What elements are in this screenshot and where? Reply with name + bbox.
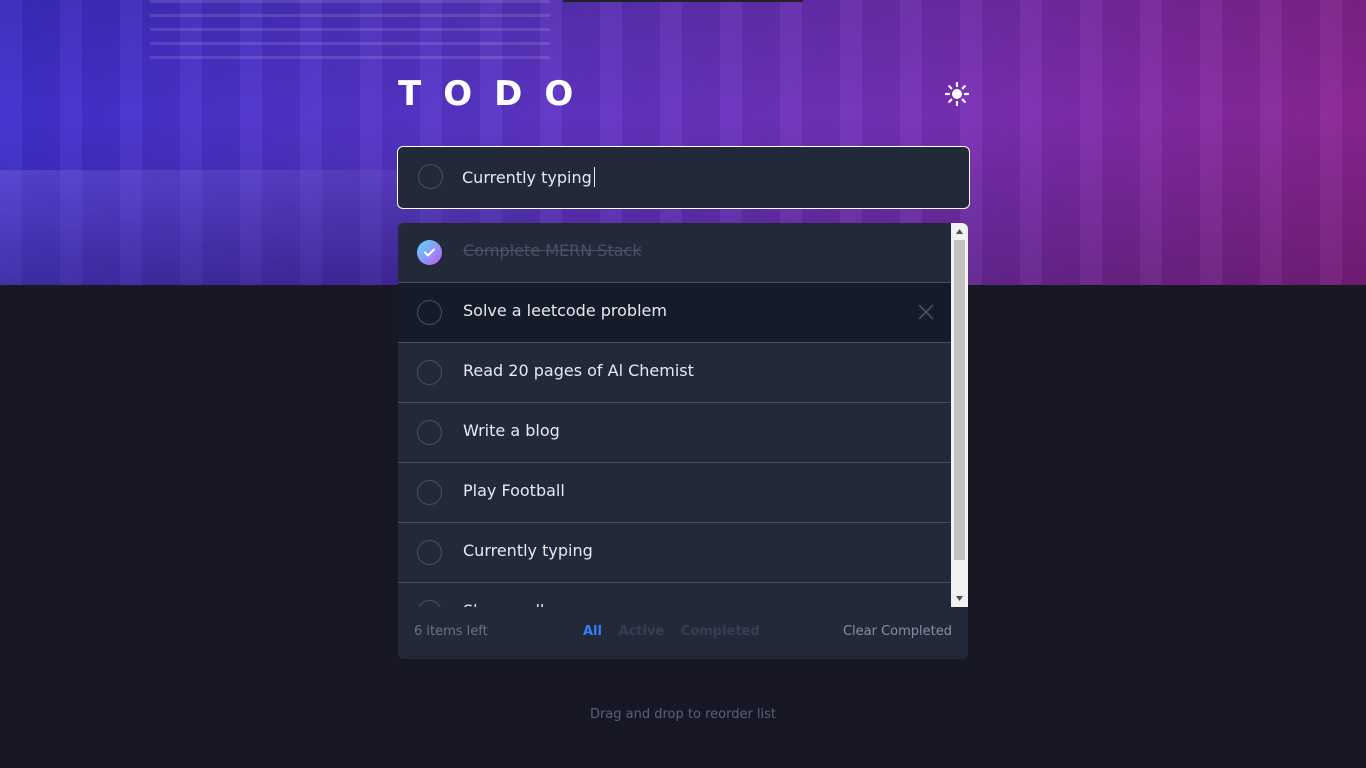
hero-ceiling-decoration <box>150 0 550 60</box>
todo-check-circle[interactable] <box>417 480 442 505</box>
todo-list-card: Complete MERN Stack Solve a leetcode prob… <box>398 223 968 659</box>
top-edge-bar <box>563 0 803 2</box>
todo-label: Play Football <box>463 481 565 500</box>
checkmark-icon[interactable] <box>417 240 442 265</box>
todo-item[interactable]: Read 20 pages of Al Chemist <box>398 343 951 403</box>
todo-check-circle[interactable] <box>417 360 442 385</box>
clear-completed-button[interactable]: Clear Completed <box>843 624 952 639</box>
filter-all[interactable]: All <box>583 624 602 639</box>
page-title: TODO <box>398 74 596 114</box>
todo-item[interactable]: Write a blog <box>398 403 951 463</box>
todo-label: Complete MERN Stack <box>463 241 642 260</box>
new-todo-check-circle[interactable] <box>418 164 443 189</box>
todo-item[interactable]: Currently typing <box>398 523 951 583</box>
todo-label: Read 20 pages of Al Chemist <box>463 361 694 380</box>
todo-item[interactable]: Sleep well <box>398 583 951 607</box>
new-todo-box <box>397 146 970 209</box>
scroll-up-arrow-icon[interactable] <box>951 223 968 240</box>
todo-check-circle[interactable] <box>417 420 442 445</box>
items-left-count: 6 items left <box>414 624 488 639</box>
scroll-down-arrow-icon[interactable] <box>951 590 968 607</box>
text-caret <box>594 167 595 187</box>
scrollbar[interactable] <box>951 223 968 607</box>
close-icon[interactable] <box>917 303 935 321</box>
new-todo-input[interactable] <box>462 161 942 193</box>
filter-completed[interactable]: Completed <box>681 624 760 639</box>
filter-group: All Active Completed <box>583 624 772 639</box>
scrollbar-thumb[interactable] <box>954 240 965 560</box>
todo-check-circle[interactable] <box>417 600 442 607</box>
todo-check-circle[interactable] <box>417 540 442 565</box>
todo-item[interactable]: Play Football <box>398 463 951 523</box>
todo-item[interactable]: Solve a leetcode problem <box>398 283 951 343</box>
filter-active[interactable]: Active <box>619 624 665 639</box>
reorder-hint: Drag and drop to reorder list <box>589 707 777 722</box>
todo-label: Solve a leetcode problem <box>463 301 667 320</box>
todo-item[interactable]: Complete MERN Stack <box>398 223 951 283</box>
list-footer: 6 items left All Active Completed Clear … <box>398 607 968 659</box>
todo-list[interactable]: Complete MERN Stack Solve a leetcode prob… <box>398 223 951 607</box>
todo-label: Currently typing <box>463 541 593 560</box>
header: TODO <box>398 72 970 116</box>
sun-icon[interactable] <box>944 81 970 107</box>
todo-label: Write a blog <box>463 421 560 440</box>
todo-check-circle[interactable] <box>417 300 442 325</box>
